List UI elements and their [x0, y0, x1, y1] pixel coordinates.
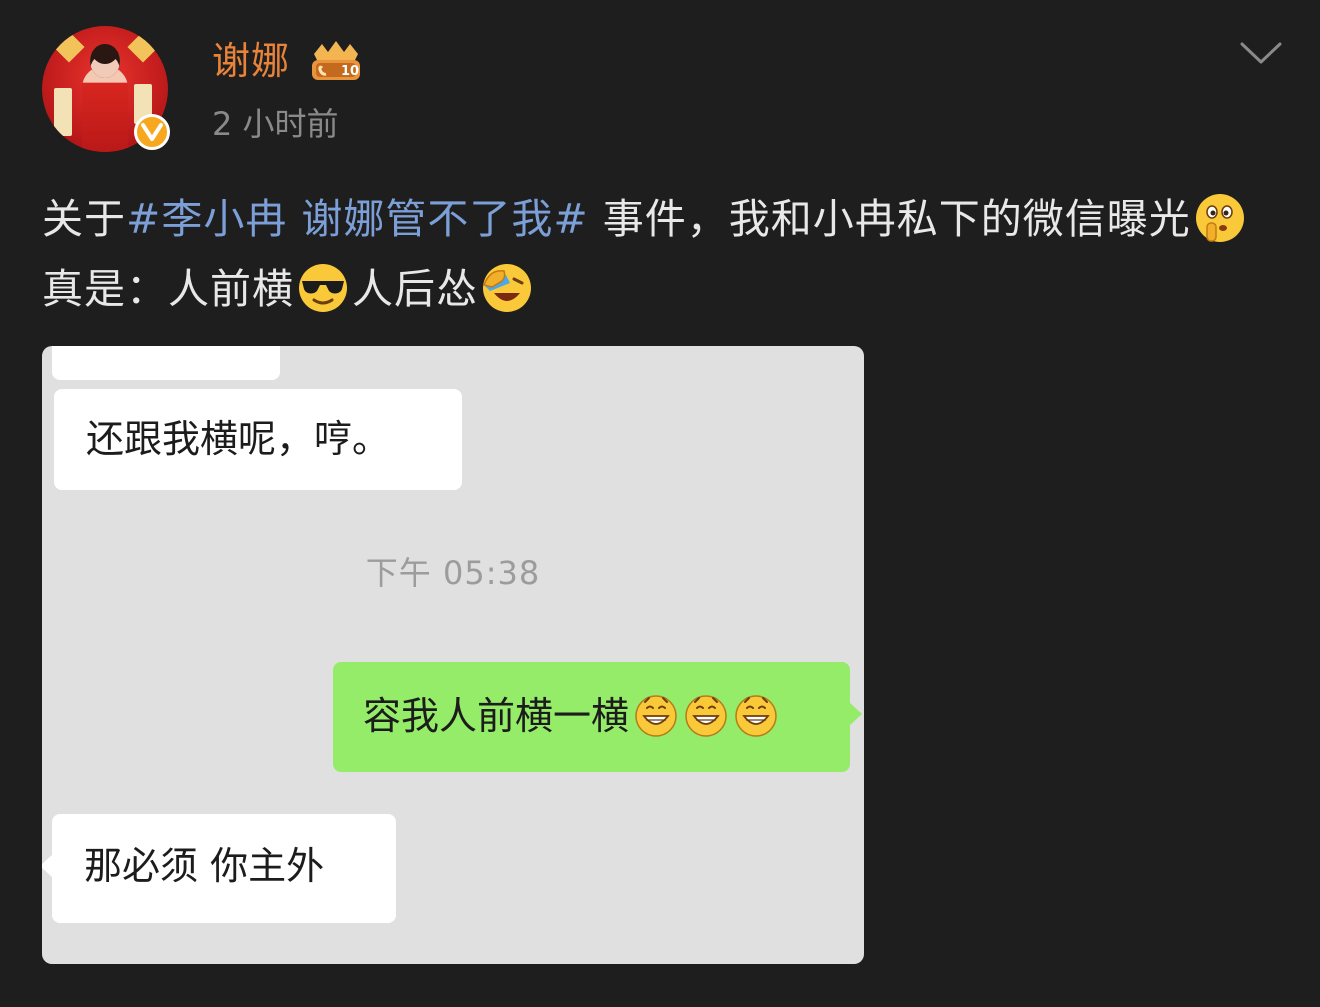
- incoming-message: 那必须 你主外: [42, 814, 396, 923]
- facepalm-laughing-icon: [483, 264, 531, 312]
- post-time: 2 小时前: [212, 105, 339, 143]
- message-text: 还跟我横呢，哼。: [86, 417, 391, 461]
- grinning-face-icon: [635, 695, 677, 737]
- avatar-figure: [90, 44, 120, 78]
- author-avatar[interactable]: [42, 26, 170, 152]
- post-text-prefix: 关于: [42, 195, 126, 243]
- chevron-down-icon[interactable]: [1238, 36, 1284, 70]
- grinning-face-icon: [685, 695, 727, 737]
- verified-v-icon: [134, 114, 170, 150]
- post-text-segment: 人后怂: [352, 265, 478, 313]
- message-text: 容我人前横一横: [363, 694, 630, 738]
- avatar-decoration: [53, 31, 85, 63]
- shushing-face-icon: [1195, 194, 1244, 242]
- post-text-segment: 真是：人前横: [42, 265, 294, 313]
- post-text-segment: 事件，我和小冉私下的微信曝光: [588, 195, 1191, 243]
- avatar-decoration: [127, 31, 159, 63]
- chat-time-label: 下午 05:38: [365, 554, 541, 592]
- weibo-post: 谢娜 10 2 小时前 关于#李小冉 谢娜管不了我# 事件，我和小冉私下的微信曝…: [0, 0, 1320, 1007]
- level-number: 10: [341, 64, 359, 79]
- avatar-figure: [82, 66, 128, 152]
- outgoing-message: 容我人前横一横: [333, 662, 862, 772]
- sunglasses-face-icon: [299, 264, 347, 312]
- incoming-message: 还跟我横呢，哼。: [54, 389, 462, 490]
- crown-level-badge-icon[interactable]: 10: [308, 38, 364, 84]
- author-name[interactable]: 谢娜: [212, 38, 290, 84]
- message-text: 那必须 你主外: [84, 844, 325, 888]
- post-text: 关于#李小冉 谢娜管不了我# 事件，我和小冉私下的微信曝光 真是：人前横 人后怂: [42, 184, 1282, 324]
- grinning-face-icon: [735, 695, 777, 737]
- hashtag-link[interactable]: #李小冉 谢娜管不了我#: [126, 195, 589, 243]
- bubble-tail: [849, 702, 862, 726]
- bubble-tail: [42, 854, 53, 878]
- avatar-decoration: [54, 88, 72, 136]
- message-bubble-cropped: [52, 346, 280, 380]
- chat-screenshot-image[interactable]: 还跟我横呢，哼。 下午 05:38 容我人前横一横 那必须 你主外: [42, 346, 864, 964]
